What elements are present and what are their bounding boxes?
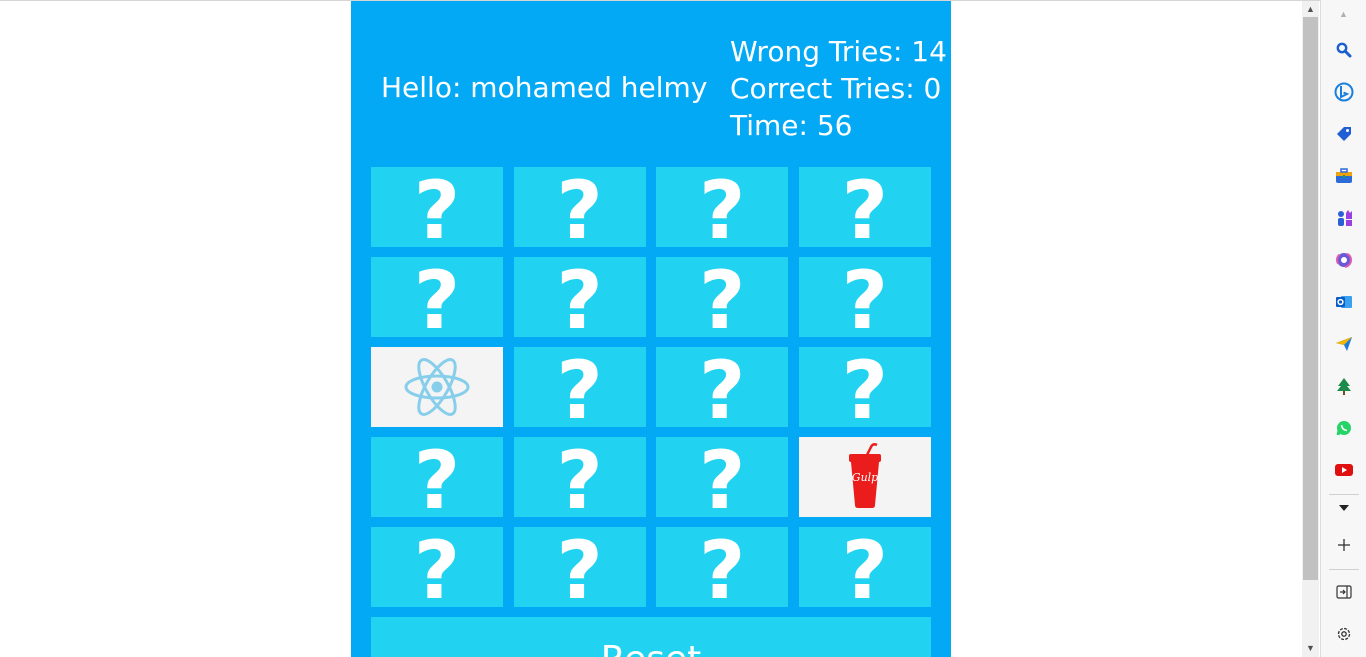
youtube-icon[interactable] [1334, 460, 1354, 480]
outlook-icon[interactable] [1334, 292, 1354, 312]
scroll-down-arrow[interactable]: ▼ [1304, 642, 1317, 655]
memory-card-hidden[interactable]: ? [371, 167, 503, 251]
add-icon[interactable] [1334, 535, 1354, 555]
card-grid: ?????????????? Gulp???? [371, 167, 931, 611]
question-mark: ? [841, 164, 888, 257]
memory-card-hidden[interactable]: ? [371, 527, 503, 611]
toolbox-icon[interactable] [1334, 166, 1354, 186]
question-mark: ? [698, 254, 746, 347]
memory-card-hidden[interactable]: ? [513, 347, 646, 431]
wrong-tries: Wrong Tries: 14 [730, 35, 947, 68]
gulp-logo-icon: Gulp [848, 443, 881, 508]
memory-card-hidden[interactable]: ? [656, 527, 789, 611]
sidebar-separator [1329, 569, 1359, 570]
question-mark: ? [841, 254, 888, 347]
memory-card-hidden[interactable]: ? [656, 347, 789, 431]
memory-card-hidden[interactable]: ? [513, 167, 646, 251]
question-mark: ? [698, 434, 746, 527]
question-mark: ? [698, 344, 746, 437]
memory-card-hidden[interactable]: ? [513, 437, 646, 521]
memory-card-hidden[interactable]: ? [798, 257, 931, 341]
question-mark: ? [841, 344, 888, 437]
memory-card-hidden[interactable]: ? [371, 257, 503, 341]
memory-card-hidden[interactable]: ? [513, 527, 646, 611]
tree-icon[interactable] [1334, 376, 1354, 396]
memory-card-hidden[interactable]: ? [798, 167, 931, 251]
hide-sidebar-icon[interactable] [1334, 582, 1354, 602]
question-mark: ? [556, 164, 603, 257]
react-logo-icon [404, 358, 470, 416]
memory-card-hidden[interactable]: ? [798, 347, 931, 431]
browser-sidebar: ▲ [1320, 0, 1366, 657]
scrollbar-thumb[interactable] [1303, 17, 1318, 580]
sidebar-scroll-up-icon[interactable]: ▲ [1337, 8, 1350, 21]
question-mark: ? [413, 524, 461, 617]
reset-button[interactable]: Reset [371, 617, 931, 657]
whatsapp-icon[interactable] [1334, 418, 1354, 438]
memory-card-react[interactable] [371, 347, 503, 427]
question-mark: ? [841, 524, 888, 617]
memory-card-hidden[interactable]: ? [513, 257, 646, 341]
settings-icon[interactable] [1334, 624, 1354, 644]
question-mark: ? [413, 164, 461, 257]
timer: Time: 56 [730, 109, 853, 142]
memory-card-hidden[interactable]: ? [798, 527, 931, 611]
memory-card-hidden[interactable]: ? [656, 167, 789, 251]
memory-card-gulp[interactable]: Gulp [798, 437, 931, 517]
question-mark: ? [698, 164, 746, 257]
memory-card-hidden[interactable]: ? [656, 257, 789, 341]
correct-tries: Correct Tries: 0 [730, 72, 942, 105]
memory-game-panel: Hello: mohamed helmy Wrong Tries: 14 Cor… [351, 1, 951, 657]
games-icon[interactable] [1334, 208, 1354, 228]
question-mark: ? [556, 254, 603, 347]
send-icon[interactable] [1334, 334, 1354, 354]
scroll-up-arrow[interactable]: ▲ [1304, 3, 1317, 16]
question-mark: ? [556, 524, 603, 617]
player-greeting: Hello: mohamed helmy [381, 71, 708, 104]
shopping-tag-icon[interactable] [1334, 124, 1354, 144]
stats-panel: Wrong Tries: 14 Correct Tries: 0 Time: 5… [730, 33, 947, 144]
gulp-logo-text: Gulp [852, 471, 878, 484]
search-icon[interactable] [1334, 40, 1354, 60]
memory-card-hidden[interactable]: ? [656, 437, 789, 521]
question-mark: ? [413, 434, 461, 527]
bing-icon[interactable] [1334, 82, 1354, 102]
chevron-down-icon[interactable] [1334, 498, 1354, 518]
question-mark: ? [698, 524, 746, 617]
sidebar-separator [1329, 494, 1359, 495]
copilot-icon[interactable] [1334, 250, 1354, 270]
memory-card-hidden[interactable]: ? [371, 437, 503, 521]
question-mark: ? [413, 254, 461, 347]
question-mark: ? [556, 344, 603, 437]
question-mark: ? [556, 434, 603, 527]
